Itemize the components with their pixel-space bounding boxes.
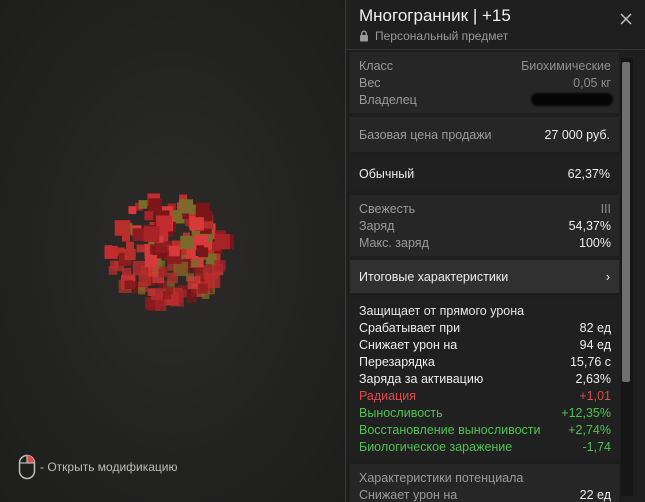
potential-section: Характеристики потенциала Снижает урон н… (350, 464, 619, 502)
artifact-block (148, 198, 162, 212)
artifact-block (196, 245, 204, 253)
close-button[interactable] (620, 10, 632, 30)
artifact-block (143, 226, 160, 242)
artifact-block (151, 288, 164, 300)
stat-row: Перезарядка 15,76 с (359, 354, 611, 369)
condition-row-max-charge: Макс. заряд 100% (359, 235, 611, 250)
mouse-icon (18, 454, 36, 480)
artifact-block (180, 235, 194, 250)
potential-heading: Характеристики потенциала (359, 470, 524, 485)
hint-text: - Открыть модификацию (40, 460, 178, 474)
item-title: Многогранник | +15 (359, 6, 511, 25)
artifact-block (178, 289, 187, 298)
artifact-block (144, 255, 158, 268)
item-details-panel: Многогранник | +15 Персональный предмет … (345, 0, 645, 502)
artifact-block (128, 206, 137, 214)
artifact-block (186, 293, 197, 303)
potential-row: Снижает урон на 22 ед (359, 487, 611, 502)
stat-row: Заряда за активацию 2,63% (359, 371, 611, 386)
artifact-block (190, 259, 200, 268)
owner-redacted (531, 93, 613, 106)
artifact-block (138, 287, 146, 295)
artifact-model[interactable] (0, 0, 345, 502)
artifact-block (212, 241, 222, 251)
artifact-block (148, 266, 159, 277)
panel-header: Многогранник | +15 Персональный предмет (346, 0, 645, 50)
personal-item-label: Персональный предмет (375, 29, 509, 43)
artifact-block (136, 244, 145, 253)
rarity-row: Обычный 62,37% (359, 166, 610, 181)
stat-row: Срабатывает при 82 ед (359, 320, 611, 335)
artifact-block (195, 202, 210, 218)
rarity-section: Обычный 62,37% (350, 156, 619, 191)
stat-row: Биологическое заражение -1,74 (359, 439, 611, 454)
info-section: Класс Биохимические Вес 0,05 кг Владелец (350, 52, 619, 113)
stat-row: Восстановление выносливости +2,74% (359, 422, 611, 437)
chevron-right-icon: › (605, 269, 610, 284)
condition-section: Свежесть III Заряд 54,37% Макс. заряд 10… (350, 195, 619, 256)
artifact-block (105, 245, 113, 253)
scrollbar-thumb[interactable] (622, 62, 630, 382)
item-subtitle: Персональный предмет (359, 29, 508, 43)
condition-row-charge: Заряд 54,37% (359, 218, 611, 233)
stat-row: Радиация +1,01 (359, 388, 611, 403)
artifact-block (178, 199, 194, 214)
stats-section: Защищает от прямого урона Срабатывает пр… (350, 297, 619, 460)
details-scroll-area[interactable]: Класс Биохимические Вес 0,05 кг Владелец… (350, 52, 619, 502)
info-row-owner: Владелец (359, 91, 613, 108)
condition-row-freshness: Свежесть III (359, 201, 611, 216)
artifact-block (124, 280, 133, 289)
artifact-block (197, 283, 208, 294)
artifact-block (132, 228, 146, 241)
price-row: Базовая цена продажи 27 000 руб. (359, 127, 610, 142)
artifact-block (114, 220, 131, 236)
artifact-block (110, 260, 119, 269)
artifact-block (167, 272, 178, 284)
artifact-block (155, 300, 167, 311)
artifact-block (185, 248, 196, 259)
artifact-block (121, 267, 132, 278)
stats-heading: Защищает от прямого урона (359, 303, 525, 318)
open-modification-hint[interactable]: - Открыть модификацию (18, 454, 178, 480)
lock-icon (360, 30, 368, 42)
info-row-class: Класс Биохимические (359, 58, 611, 73)
close-icon (620, 13, 632, 25)
price-section: Базовая цена продажи 27 000 руб. (350, 117, 619, 152)
artifact-block (162, 291, 172, 300)
artifact-block (126, 241, 135, 250)
stat-row: Снижает урон на 94 ед (359, 337, 611, 352)
summary-stats-button[interactable]: Итоговые характеристики › (350, 260, 619, 293)
stat-row: Выносливость +12,35% (359, 405, 611, 420)
artifact-block (124, 248, 136, 261)
artifact-block (144, 211, 154, 221)
info-row-weight: Вес 0,05 кг (359, 75, 611, 90)
item-3d-viewer[interactable]: - Открыть модификацию (0, 0, 345, 502)
artifact-block (214, 260, 226, 272)
artifact-block (158, 268, 167, 278)
artifact-block (138, 200, 148, 209)
artifact-block (189, 216, 204, 231)
artifact-block (168, 245, 180, 257)
